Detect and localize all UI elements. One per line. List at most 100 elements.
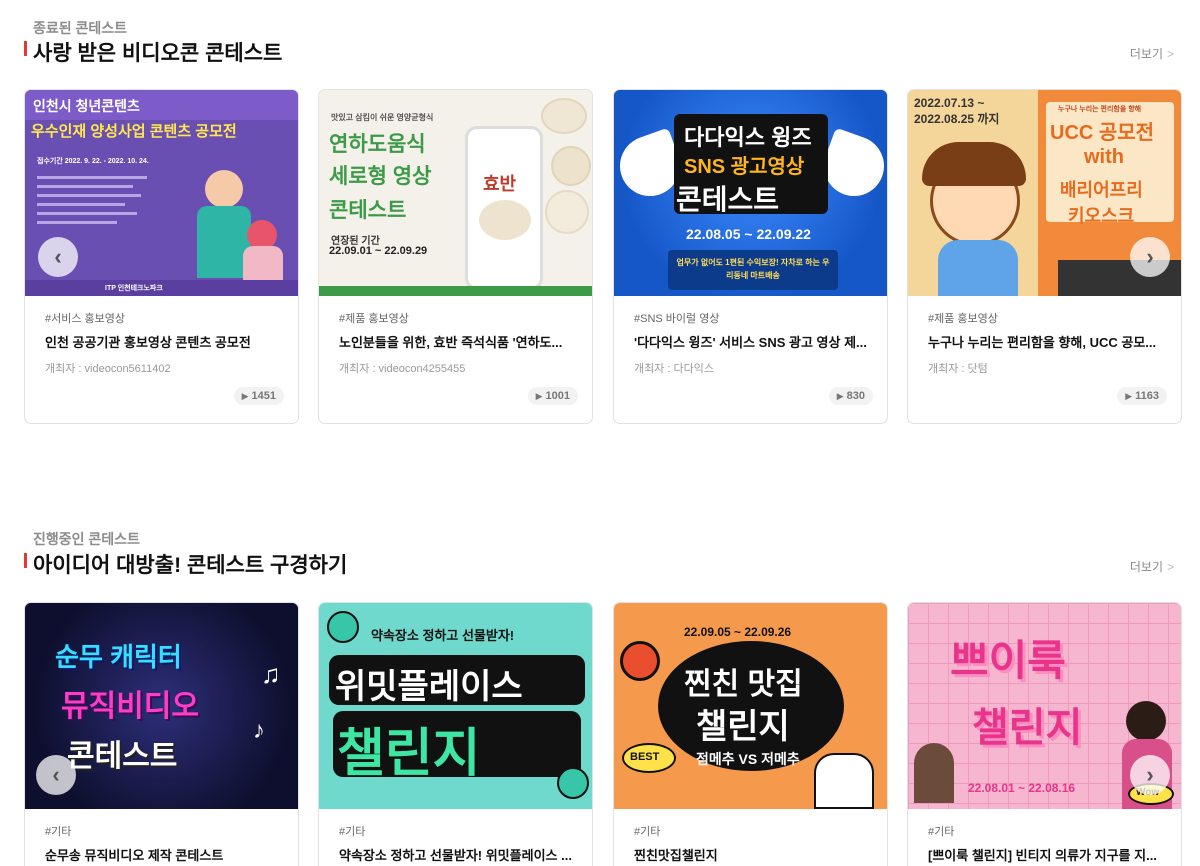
more-label: 더보기 bbox=[1129, 560, 1163, 574]
card-category: #서비스 홍보영상 bbox=[45, 313, 126, 325]
play-icon: ▶ bbox=[1125, 391, 1133, 401]
card-title: 순무송 뮤직비디오 제작 콘테스트 bbox=[45, 848, 224, 863]
contest-thumbnail: 약속장소 정하고 선물받자! 위밋플레이스 챌린지 bbox=[319, 603, 592, 809]
more-link[interactable]: 더보기 > bbox=[1130, 45, 1174, 62]
music-note-icon: ♫ bbox=[261, 659, 281, 689]
card-category: #기타 bbox=[339, 826, 366, 838]
view-count: 1001 bbox=[545, 390, 570, 402]
thumb-top: 맛있고 삼킴이 쉬운 영양균형식 bbox=[331, 113, 434, 122]
view-count: 1451 bbox=[251, 390, 276, 402]
card-category: #기타 bbox=[634, 826, 661, 838]
thumb-line2: 세로형 영상 bbox=[329, 165, 432, 188]
thumb-period: 22.08.01 ~ 22.08.16 bbox=[968, 781, 1076, 795]
thumb-line2: SNS 광고영상 bbox=[684, 156, 805, 178]
thumb-line2: 뮤직비디오 bbox=[61, 690, 199, 723]
chevron-right-small-icon: > bbox=[1166, 560, 1174, 574]
card-title: [쁘이룩 챌린지] 빈티지 의류가 지구를 지... bbox=[928, 848, 1157, 863]
carousel-next-button[interactable]: › bbox=[1130, 755, 1170, 795]
chevron-right-icon: › bbox=[1146, 762, 1154, 787]
thumb-footer: 업무가 없어도 1편된 수익보장! 자차로 하는 우리동네 마트배송 bbox=[676, 258, 830, 280]
thumb-footer: ITP 인천테크노파크 bbox=[105, 285, 163, 292]
thumb-line2: 챌린지 bbox=[696, 708, 790, 746]
card-category: #SNS 바이럴 영상 bbox=[634, 313, 720, 325]
thumb-period: 22.08.05 ~ 22.09.22 bbox=[686, 226, 811, 242]
thumb-top: 누구나 누리는 편리함을 향해 bbox=[1058, 106, 1142, 113]
section-subtitle: 진행중인 콘테스트 bbox=[33, 531, 140, 547]
thumb-period: 22.09.05 ~ 22.09.26 bbox=[684, 625, 792, 639]
card-category: #기타 bbox=[928, 826, 955, 838]
carousel-prev-button[interactable]: ‹ bbox=[36, 755, 76, 795]
card-title: 찐친맛집챌린지 bbox=[634, 848, 718, 863]
contest-card[interactable]: 맛있고 삼킴이 쉬운 영양균형식 연하도움식 세로형 영상 콘테스트 연장된 기… bbox=[318, 89, 593, 424]
thumb-period2: 2022.08.25 까지 bbox=[914, 112, 1000, 126]
contest-card[interactable]: 쁘이룩 챌린지 22.08.01 ~ 22.08.16 Wow #기타 [쁘이룩… bbox=[907, 602, 1182, 866]
thumb-line3: 콘테스트 bbox=[676, 184, 780, 215]
card-host: 개최자 : 닷텀 bbox=[928, 363, 988, 375]
thumb-line3: 콘테스트 bbox=[67, 740, 178, 773]
thumb-line3: 접수기간 2022. 9. 22. - 2022. 10. 24. bbox=[37, 158, 149, 165]
contest-card[interactable]: 22.09.05 ~ 22.09.26 찐친 맛집 챌린지 BEST 점메추 V… bbox=[613, 602, 888, 866]
thumb-line3: 콘테스트 bbox=[329, 199, 407, 222]
thumb-line2: 챌린지 bbox=[337, 725, 481, 783]
card-host: 개최자 : videocon4255455 bbox=[339, 363, 466, 375]
play-icon: ▶ bbox=[241, 391, 249, 401]
chevron-left-icon: ‹ bbox=[54, 244, 62, 269]
thumb-line1: 순무 캐릭터 bbox=[55, 642, 182, 672]
card-title: 약속장소 정하고 선물받자! 위밋플레이스 ... bbox=[339, 848, 572, 863]
chevron-right-icon: › bbox=[1146, 244, 1154, 269]
section-title: 사랑 받은 비디오콘 콘테스트 bbox=[24, 37, 282, 67]
thumb-line1: 쁘이룩 bbox=[950, 637, 1066, 684]
view-count-badge: ▶ 1001 bbox=[527, 387, 578, 405]
view-count: 1163 bbox=[1135, 390, 1159, 402]
thumb-period: 22.09.01 ~ 22.09.29 bbox=[329, 245, 428, 257]
music-note-icon: ♪ bbox=[253, 717, 265, 744]
card-title: 인천 공공기관 홍보영상 콘텐츠 공모전 bbox=[45, 335, 251, 350]
section-subtitle: 종료된 콘테스트 bbox=[33, 20, 128, 36]
thumb-line1: 연하도움식 bbox=[329, 133, 426, 156]
card-host: 개최자 : videocon5611402 bbox=[45, 363, 171, 375]
card-host: 개최자 : 다다익스 bbox=[634, 363, 715, 375]
thumb-badge: BEST bbox=[630, 751, 660, 763]
contest-card[interactable]: 약속장소 정하고 선물받자! 위밋플레이스 챌린지 #기타 약속장소 정하고 선… bbox=[318, 602, 593, 866]
card-category: #제품 홍보영상 bbox=[928, 313, 998, 325]
card-title: '다다익스 윙즈' 서비스 SNS 광고 영상 제... bbox=[634, 335, 867, 350]
chevron-right-small-icon: > bbox=[1166, 47, 1174, 61]
section-title: 아이디어 대방출! 콘테스트 구경하기 bbox=[24, 549, 347, 579]
more-label: 더보기 bbox=[1129, 47, 1163, 61]
play-icon: ▶ bbox=[836, 391, 844, 401]
thumb-line1: UCC 공모전 bbox=[1050, 122, 1155, 144]
thumb-line2: 우수인재 양성사업 콘텐츠 공모전 bbox=[31, 123, 237, 140]
view-count-badge: ▶ 1163 bbox=[1117, 387, 1167, 405]
thumb-line4: 키오스크 bbox=[1068, 206, 1135, 226]
carousel-next-button[interactable]: › bbox=[1130, 237, 1170, 277]
card-category: #제품 홍보영상 bbox=[339, 313, 409, 325]
contest-card[interactable]: 순무 캐릭터 뮤직비디오 콘테스트 ♫ ♪ #기타 순무송 뮤직비디오 제작 콘… bbox=[24, 602, 299, 866]
view-count-badge: ▶ 1451 bbox=[233, 387, 284, 405]
thumb-brand: 효반 bbox=[483, 174, 517, 194]
contest-thumbnail: 22.09.05 ~ 22.09.26 찐친 맛집 챌린지 BEST 점메추 V… bbox=[614, 603, 887, 809]
ended-contests-section: 종료된 콘테스트 사랑 받은 비디오콘 콘테스트 더보기 > 인천시 청년콘텐츠 … bbox=[0, 0, 1200, 440]
thumb-line3: 배리어프리 bbox=[1060, 180, 1143, 200]
thumb-line1: 다다익스 윙즈 bbox=[684, 125, 812, 150]
view-count: 830 bbox=[846, 390, 865, 402]
ongoing-contests-section: 진행중인 콘테스트 아이디어 대방출! 콘테스트 구경하기 더보기 > 순무 캐릭… bbox=[0, 520, 1200, 866]
thumb-period1: 2022.07.13 ~ bbox=[914, 96, 985, 110]
thumb-line1: 인천시 청년콘텐츠 bbox=[33, 98, 140, 114]
thumb-line2: with bbox=[1084, 146, 1124, 168]
view-count-badge: ▶ 830 bbox=[828, 387, 873, 405]
card-title: 노인분들을 위한, 효반 즉석식품 '연하도... bbox=[339, 335, 563, 350]
contest-thumbnail: 다다익스 윙즈 SNS 광고영상 콘테스트 22.08.05 ~ 22.09.2… bbox=[614, 90, 887, 296]
contest-thumbnail: 맛있고 삼킴이 쉬운 영양균형식 연하도움식 세로형 영상 콘테스트 연장된 기… bbox=[319, 90, 592, 296]
play-icon: ▶ bbox=[535, 391, 543, 401]
thumb-line3: 점메추 VS 저메추 bbox=[696, 751, 800, 767]
contest-card[interactable]: 다다익스 윙즈 SNS 광고영상 콘테스트 22.08.05 ~ 22.09.2… bbox=[613, 89, 888, 424]
more-link[interactable]: 더보기 > bbox=[1130, 558, 1174, 575]
carousel-prev-button[interactable]: ‹ bbox=[38, 237, 78, 277]
thumb-line1: 찐친 맛집 bbox=[684, 668, 803, 701]
chevron-left-icon: ‹ bbox=[52, 762, 60, 787]
thumb-top: 약속장소 정하고 선물받자! bbox=[371, 628, 515, 643]
card-category: #기타 bbox=[45, 826, 72, 838]
thumb-line2: 챌린지 bbox=[972, 706, 1083, 750]
card-title: 누구나 누리는 편리함을 향해, UCC 공모... bbox=[928, 335, 1157, 350]
thumb-line1: 위밋플레이스 bbox=[335, 668, 523, 706]
